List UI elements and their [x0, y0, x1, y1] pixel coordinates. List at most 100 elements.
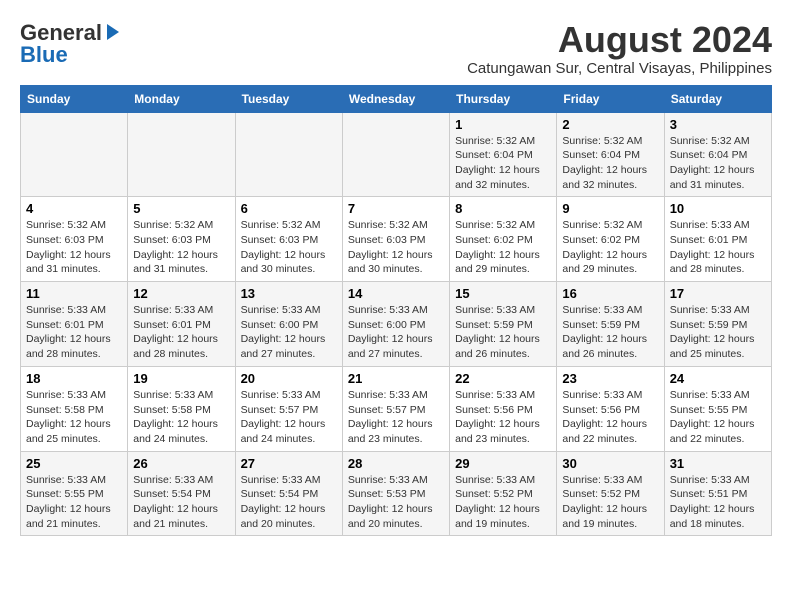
- day-number: 13: [241, 286, 337, 301]
- day-info: Sunrise: 5:33 AM Sunset: 5:56 PM Dayligh…: [455, 388, 551, 447]
- day-info: Sunrise: 5:32 AM Sunset: 6:04 PM Dayligh…: [670, 134, 766, 193]
- day-info: Sunrise: 5:33 AM Sunset: 5:53 PM Dayligh…: [348, 473, 444, 532]
- day-number: 21: [348, 371, 444, 386]
- day-number: 31: [670, 456, 766, 471]
- day-number: 15: [455, 286, 551, 301]
- calendar-cell: 24 Sunrise: 5:33 AM Sunset: 5:55 PM Dayli…: [664, 366, 771, 451]
- day-of-week-header: Sunday: [21, 85, 128, 112]
- day-info: Sunrise: 5:33 AM Sunset: 5:51 PM Dayligh…: [670, 473, 766, 532]
- calendar-cell: 7Sunrise: 5:32 AM Sunset: 6:03 PM Daylig…: [342, 197, 449, 282]
- day-info: Sunrise: 5:33 AM Sunset: 5:59 PM Dayligh…: [670, 303, 766, 362]
- day-info: Sunrise: 5:33 AM Sunset: 6:01 PM Dayligh…: [670, 218, 766, 277]
- calendar-cell: 2Sunrise: 5:32 AM Sunset: 6:04 PM Daylig…: [557, 112, 664, 197]
- calendar-cell: 14 Sunrise: 5:33 AM Sunset: 6:00 PM Dayli…: [342, 282, 449, 367]
- day-number: 16: [562, 286, 658, 301]
- day-number: 8: [455, 201, 551, 216]
- day-of-week-header: Friday: [557, 85, 664, 112]
- day-info: Sunrise: 5:32 AM Sunset: 6:03 PM Dayligh…: [26, 218, 122, 277]
- calendar-cell: 28 Sunrise: 5:33 AM Sunset: 5:53 PM Dayli…: [342, 451, 449, 536]
- calendar-cell: 8 Sunrise: 5:32 AM Sunset: 6:02 PM Daylig…: [450, 197, 557, 282]
- calendar-cell: 16Sunrise: 5:33 AM Sunset: 5:59 PM Dayli…: [557, 282, 664, 367]
- day-info: Sunrise: 5:33 AM Sunset: 5:55 PM Dayligh…: [670, 388, 766, 447]
- day-number: 23: [562, 371, 658, 386]
- calendar-cell: [342, 112, 449, 197]
- location: Catungawan Sur, Central Visayas, Philipp…: [467, 60, 772, 77]
- day-info: Sunrise: 5:33 AM Sunset: 5:58 PM Dayligh…: [26, 388, 122, 447]
- calendar-cell: 23 Sunrise: 5:33 AM Sunset: 5:56 PM Dayli…: [557, 366, 664, 451]
- logo-blue: Blue: [20, 42, 68, 68]
- calendar-cell: 20 Sunrise: 5:33 AM Sunset: 5:57 PM Dayli…: [235, 366, 342, 451]
- day-info: Sunrise: 5:33 AM Sunset: 5:57 PM Dayligh…: [348, 388, 444, 447]
- calendar-cell: 22 Sunrise: 5:33 AM Sunset: 5:56 PM Dayli…: [450, 366, 557, 451]
- day-info: Sunrise: 5:32 AM Sunset: 6:02 PM Dayligh…: [562, 218, 658, 277]
- day-info: Sunrise: 5:33 AM Sunset: 5:54 PM Dayligh…: [241, 473, 337, 532]
- calendar-cell: 17 Sunrise: 5:33 AM Sunset: 5:59 PM Dayli…: [664, 282, 771, 367]
- calendar-cell: 9 Sunrise: 5:32 AM Sunset: 6:02 PM Daylig…: [557, 197, 664, 282]
- day-info: Sunrise: 5:33 AM Sunset: 5:54 PM Dayligh…: [133, 473, 229, 532]
- calendar-cell: 12 Sunrise: 5:33 AM Sunset: 6:01 PM Dayli…: [128, 282, 235, 367]
- day-number: 2: [562, 117, 658, 132]
- calendar-cell: 25 Sunrise: 5:33 AM Sunset: 5:55 PM Dayli…: [21, 451, 128, 536]
- day-number: 4: [26, 201, 122, 216]
- day-number: 19: [133, 371, 229, 386]
- calendar-cell: 5 Sunrise: 5:32 AM Sunset: 6:03 PM Daylig…: [128, 197, 235, 282]
- day-of-week-header: Tuesday: [235, 85, 342, 112]
- day-info: Sunrise: 5:32 AM Sunset: 6:02 PM Dayligh…: [455, 218, 551, 277]
- day-number: 22: [455, 371, 551, 386]
- calendar-cell: 1 Sunrise: 5:32 AM Sunset: 6:04 PM Daylig…: [450, 112, 557, 197]
- day-number: 20: [241, 371, 337, 386]
- day-info: Sunrise: 5:33 AM Sunset: 6:00 PM Dayligh…: [348, 303, 444, 362]
- title-block: August 2024 Catungawan Sur, Central Visa…: [467, 20, 772, 77]
- day-info: Sunrise: 5:33 AM Sunset: 5:52 PM Dayligh…: [562, 473, 658, 532]
- page-header: General Blue August 2024 Catungawan Sur,…: [20, 20, 772, 77]
- day-info: Sunrise: 5:32 AM Sunset: 6:03 PM Dayligh…: [348, 218, 444, 277]
- day-number: 14: [348, 286, 444, 301]
- calendar-cell: 29 Sunrise: 5:33 AM Sunset: 5:52 PM Dayli…: [450, 451, 557, 536]
- day-info: Sunrise: 5:33 AM Sunset: 5:56 PM Dayligh…: [562, 388, 658, 447]
- day-number: 5: [133, 201, 229, 216]
- day-number: 1: [455, 117, 551, 132]
- day-info: Sunrise: 5:33 AM Sunset: 5:58 PM Dayligh…: [133, 388, 229, 447]
- calendar-table: SundayMondayTuesdayWednesdayThursdayFrid…: [20, 85, 772, 537]
- day-number: 17: [670, 286, 766, 301]
- calendar-header: SundayMondayTuesdayWednesdayThursdayFrid…: [21, 85, 772, 112]
- calendar-cell: 6 Sunrise: 5:32 AM Sunset: 6:03 PM Daylig…: [235, 197, 342, 282]
- day-number: 12: [133, 286, 229, 301]
- day-number: 9: [562, 201, 658, 216]
- calendar-cell: 13 Sunrise: 5:33 AM Sunset: 6:00 PM Dayli…: [235, 282, 342, 367]
- day-number: 24: [670, 371, 766, 386]
- day-number: 18: [26, 371, 122, 386]
- day-info: Sunrise: 5:32 AM Sunset: 6:03 PM Dayligh…: [241, 218, 337, 277]
- day-info: Sunrise: 5:33 AM Sunset: 5:59 PM Dayligh…: [455, 303, 551, 362]
- day-info: Sunrise: 5:32 AM Sunset: 6:03 PM Dayligh…: [133, 218, 229, 277]
- day-number: 6: [241, 201, 337, 216]
- calendar-cell: 15 Sunrise: 5:33 AM Sunset: 5:59 PM Dayli…: [450, 282, 557, 367]
- day-number: 30: [562, 456, 658, 471]
- calendar-cell: 30 Sunrise: 5:33 AM Sunset: 5:52 PM Dayli…: [557, 451, 664, 536]
- calendar-cell: 18 Sunrise: 5:33 AM Sunset: 5:58 PM Dayli…: [21, 366, 128, 451]
- calendar-cell: [21, 112, 128, 197]
- calendar-cell: 19 Sunrise: 5:33 AM Sunset: 5:58 PM Dayli…: [128, 366, 235, 451]
- day-info: Sunrise: 5:33 AM Sunset: 5:52 PM Dayligh…: [455, 473, 551, 532]
- day-info: Sunrise: 5:33 AM Sunset: 5:55 PM Dayligh…: [26, 473, 122, 532]
- calendar-cell: 3 Sunrise: 5:32 AM Sunset: 6:04 PM Daylig…: [664, 112, 771, 197]
- calendar-cell: 27 Sunrise: 5:33 AM Sunset: 5:54 PM Dayli…: [235, 451, 342, 536]
- day-number: 28: [348, 456, 444, 471]
- calendar-cell: 31 Sunrise: 5:33 AM Sunset: 5:51 PM Dayli…: [664, 451, 771, 536]
- day-number: 3: [670, 117, 766, 132]
- calendar-cell: 4 Sunrise: 5:32 AM Sunset: 6:03 PM Daylig…: [21, 197, 128, 282]
- logo: General Blue: [20, 20, 123, 68]
- day-info: Sunrise: 5:33 AM Sunset: 6:00 PM Dayligh…: [241, 303, 337, 362]
- day-number: 11: [26, 286, 122, 301]
- day-info: Sunrise: 5:33 AM Sunset: 6:01 PM Dayligh…: [133, 303, 229, 362]
- day-of-week-header: Wednesday: [342, 85, 449, 112]
- day-number: 25: [26, 456, 122, 471]
- day-number: 27: [241, 456, 337, 471]
- day-number: 29: [455, 456, 551, 471]
- day-of-week-header: Thursday: [450, 85, 557, 112]
- calendar-cell: [128, 112, 235, 197]
- day-info: Sunrise: 5:32 AM Sunset: 6:04 PM Dayligh…: [455, 134, 551, 193]
- day-info: Sunrise: 5:33 AM Sunset: 5:57 PM Dayligh…: [241, 388, 337, 447]
- month-year: August 2024: [467, 20, 772, 60]
- calendar-cell: 11Sunrise: 5:33 AM Sunset: 6:01 PM Dayli…: [21, 282, 128, 367]
